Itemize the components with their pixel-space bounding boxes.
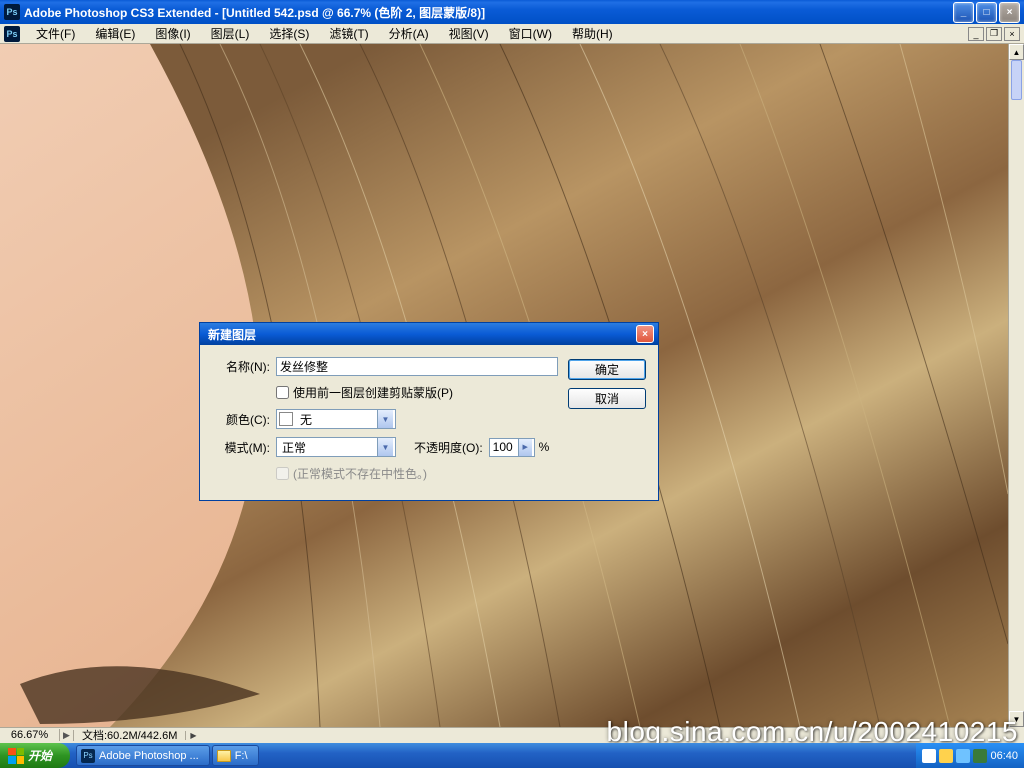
opacity-label: 不透明度(O): [414,439,483,456]
horizontal-scrollbar[interactable]: 66.67% ▶ 文档:60.2M/442.6M ▶ [0,727,1008,743]
start-label: 开始 [28,747,52,764]
chevron-down-icon: ▼ [377,438,393,456]
clip-previous-checkbox[interactable] [276,386,289,399]
menu-help[interactable]: 帮助(H) [562,23,623,44]
maximize-button[interactable]: □ [976,2,997,23]
scroll-up-button[interactable]: ▲ [1009,44,1024,60]
tray-icon[interactable] [956,749,970,763]
mdi-minimize-button[interactable]: _ [968,27,984,41]
taskbar-item-label: F:\ [235,750,248,762]
app-icon: Ps [4,4,20,20]
folder-icon [217,750,231,762]
opacity-input[interactable]: ▶ [489,438,535,457]
tray-icon[interactable] [939,749,953,763]
menu-image[interactable]: 图像(I) [145,23,200,44]
menu-edit[interactable]: 编辑(E) [85,23,145,44]
canvas-menu-icon[interactable]: ▶ [60,730,74,741]
close-button[interactable]: × [999,2,1020,23]
window-controls: _ □ × [953,2,1020,23]
mdi-restore-button[interactable]: ❐ [986,27,1002,41]
color-swatch-icon [279,412,293,426]
menubar: Ps 文件(F) 编辑(E) 图像(I) 图层(L) 选择(S) 滤镜(T) 分… [0,24,1024,44]
dialog-close-button[interactable]: × [636,325,654,343]
taskbar-item-explorer[interactable]: F:\ [212,745,259,766]
menu-select[interactable]: 选择(S) [259,23,319,44]
mode-label: 模式(M): [212,439,270,456]
tray-icon[interactable] [922,749,936,763]
menu-filter[interactable]: 滤镜(T) [319,23,378,44]
neutral-fill-checkbox [276,467,289,480]
taskbar-item-photoshop[interactable]: Ps Adobe Photoshop ... [76,745,210,766]
mdi-controls: _ ❐ × [966,27,1020,41]
status-bar: 66.67% ▶ 文档:60.2M/442.6M ▶ [0,727,201,743]
clip-previous-label: 使用前一图层创建剪贴蒙版(P) [293,384,453,401]
opacity-unit: % [539,440,550,454]
menu-window[interactable]: 窗口(W) [499,23,562,44]
dialog-titlebar[interactable]: 新建图层 × [200,323,658,345]
taskbar-item-label: Adobe Photoshop ... [99,750,199,762]
dialog-title: 新建图层 [204,326,636,343]
menu-view[interactable]: 视图(V) [439,23,499,44]
mdi-close-button[interactable]: × [1004,27,1020,41]
cancel-button[interactable]: 取消 [568,388,646,409]
blend-mode-select[interactable]: 正常 ▼ [276,437,396,457]
system-tray[interactable]: 06:40 [916,743,1024,768]
opacity-stepper-icon[interactable]: ▶ [518,439,532,456]
chevron-down-icon: ▼ [377,410,393,428]
color-label: 颜色(C): [212,411,270,428]
color-value: 无 [297,411,377,428]
minimize-button[interactable]: _ [953,2,974,23]
vertical-scrollbar[interactable]: ▲ ▼ [1008,44,1024,727]
mode-value: 正常 [279,439,377,456]
color-select[interactable]: 无 ▼ [276,409,396,429]
taskbar: 开始 Ps Adobe Photoshop ... F:\ 06:40 [0,743,1024,768]
scroll-corner [1008,727,1024,743]
menu-file[interactable]: 文件(F) [26,23,85,44]
tray-clock: 06:40 [990,750,1018,762]
zoom-level[interactable]: 66.67% [0,729,60,741]
window-titlebar: Ps Adobe Photoshop CS3 Extended - [Untit… [0,0,1024,24]
taskbar-buttons: Ps Adobe Photoshop ... F:\ [76,745,916,766]
windows-logo-icon [8,748,24,764]
window-title: Adobe Photoshop CS3 Extended - [Untitled… [24,4,953,21]
scroll-down-button[interactable]: ▼ [1009,711,1024,727]
scroll-thumb[interactable] [1011,60,1022,100]
new-layer-dialog: 新建图层 × 名称(N): 使用前一图层创建剪贴蒙版(P) 颜色(C): 无 ▼ [199,322,659,501]
ok-button[interactable]: 确定 [568,359,646,380]
document-info: 文档:60.2M/442.6M [74,727,185,743]
menu-analysis[interactable]: 分析(A) [379,23,439,44]
start-button[interactable]: 开始 [0,743,70,768]
tray-icon[interactable] [973,749,987,763]
opacity-field[interactable] [490,440,518,454]
document-icon: Ps [4,26,20,42]
layer-name-input[interactable] [276,357,558,376]
menu-layer[interactable]: 图层(L) [201,23,260,44]
neutral-fill-note: (正常模式不存在中性色。) [293,465,427,482]
status-menu-icon[interactable]: ▶ [185,731,200,740]
name-label: 名称(N): [212,358,270,375]
photoshop-icon: Ps [81,749,95,763]
